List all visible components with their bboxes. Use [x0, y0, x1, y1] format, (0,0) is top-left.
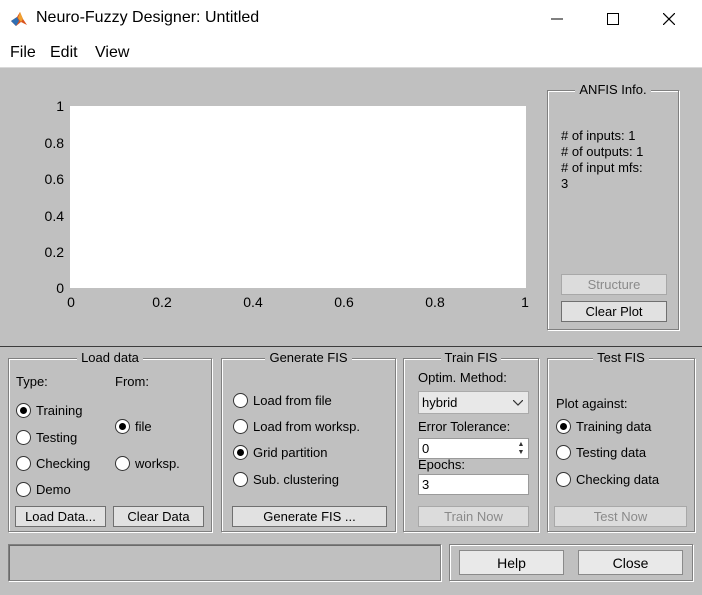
radio-load-from-workspace[interactable]: Load from worksp.	[233, 417, 360, 435]
radio-load-from-file[interactable]: Load from file	[233, 391, 332, 409]
train-now-button[interactable]: Train Now	[418, 506, 529, 527]
menu-edit[interactable]: Edit	[50, 44, 78, 62]
input-mfs-value: 3	[561, 176, 569, 191]
radio-checking-data[interactable]: Checking data	[556, 470, 659, 488]
type-label: Type:	[16, 374, 48, 389]
radio-testing[interactable]: Testing	[16, 428, 77, 446]
radio-grid-partition[interactable]: Grid partition	[233, 443, 327, 461]
generate-fis-title: Generate FIS	[265, 350, 352, 365]
train-fis-panel: Train FIS Optim. Method: hybrid Error To…	[403, 350, 539, 532]
x-tick-label: 0.6	[334, 294, 354, 310]
x-tick-label: 0.8	[425, 294, 445, 310]
title-bar: Neuro-Fuzzy Designer: Untitled	[0, 0, 702, 38]
radio-icon	[556, 444, 571, 460]
radio-icon	[115, 455, 130, 471]
anfis-info-title: ANFIS Info.	[575, 82, 651, 97]
x-tick-label: 0.2	[152, 294, 172, 310]
radio-sub-clustering[interactable]: Sub. clustering	[233, 470, 339, 488]
radio-icon	[233, 418, 248, 434]
x-tick-label: 1	[521, 294, 529, 310]
optim-method-select[interactable]: hybrid	[418, 391, 529, 414]
train-fis-title: Train FIS	[440, 350, 502, 365]
generate-fis-button[interactable]: Generate FIS ...	[232, 506, 387, 527]
input-mfs-label: # of input mfs:	[561, 160, 643, 175]
radio-icon	[556, 471, 571, 487]
minimize-icon	[551, 18, 563, 20]
close-window-button[interactable]	[646, 0, 692, 38]
help-button[interactable]: Help	[459, 550, 564, 575]
radio-icon	[16, 481, 31, 497]
optim-method-label: Optim. Method:	[418, 370, 507, 385]
close-button[interactable]: Close	[578, 550, 683, 575]
radio-checking[interactable]: Checking	[16, 454, 90, 472]
figure-panel: 1 0.8 0.6 0.4 0.2 0 0 0.2 0.4 0.6 0.8 1 …	[0, 68, 702, 595]
plot-against-label: Plot against:	[556, 396, 628, 411]
epochs-input[interactable]: 3	[418, 474, 529, 495]
radio-selected-icon	[233, 444, 248, 460]
x-tick-label: 0.4	[243, 294, 263, 310]
menu-view[interactable]: View	[95, 44, 129, 62]
radio-workspace[interactable]: worksp.	[115, 454, 180, 472]
maximize-icon	[607, 13, 619, 25]
structure-button[interactable]: Structure	[561, 274, 667, 295]
inputs-count: # of inputs: 1	[561, 128, 636, 143]
chevron-down-icon	[508, 392, 528, 413]
radio-selected-icon	[115, 418, 130, 434]
radio-file[interactable]: file	[115, 417, 152, 435]
epochs-label: Epochs:	[418, 457, 465, 472]
radio-icon	[233, 471, 248, 487]
test-now-button[interactable]: Test Now	[554, 506, 687, 527]
plot-area	[70, 106, 526, 288]
y-tick-label: 0	[56, 280, 64, 296]
radio-icon	[16, 429, 31, 445]
radio-training-data[interactable]: Training data	[556, 417, 651, 435]
x-tick-label: 0	[67, 294, 75, 310]
matlab-logo-icon	[11, 12, 27, 26]
outputs-count: # of outputs: 1	[561, 144, 644, 159]
spinner-arrows-icon[interactable]: ▲ ▼	[514, 439, 528, 458]
y-tick-label: 0.6	[44, 171, 64, 187]
radio-selected-icon	[556, 418, 571, 434]
error-tolerance-input[interactable]: 0 ▲ ▼	[418, 438, 529, 459]
close-icon	[663, 13, 675, 25]
test-fis-panel: Test FIS Plot against: Training data Tes…	[547, 350, 695, 532]
menu-bar: File Edit View	[0, 38, 702, 68]
generate-fis-panel: Generate FIS Load from file Load from wo…	[221, 350, 396, 532]
radio-icon	[16, 455, 31, 471]
radio-testing-data[interactable]: Testing data	[556, 443, 646, 461]
radio-training[interactable]: Training	[16, 401, 82, 419]
error-tolerance-label: Error Tolerance:	[418, 419, 511, 434]
footer-buttons-panel: Help Close	[449, 544, 693, 581]
minimize-button[interactable]	[534, 0, 580, 38]
anfis-info-panel: ANFIS Info. # of inputs: 1 # of outputs:…	[547, 82, 679, 330]
clear-data-button[interactable]: Clear Data	[113, 506, 204, 527]
divider	[0, 346, 702, 347]
y-tick-label: 0.4	[44, 208, 64, 224]
load-data-button[interactable]: Load Data...	[15, 506, 106, 527]
radio-demo[interactable]: Demo	[16, 480, 71, 498]
menu-file[interactable]: File	[10, 44, 36, 62]
maximize-button[interactable]	[590, 0, 636, 38]
y-tick-label: 0.2	[44, 244, 64, 260]
from-label: From:	[115, 374, 149, 389]
test-fis-title: Test FIS	[593, 350, 649, 365]
clear-plot-button[interactable]: Clear Plot	[561, 301, 667, 322]
status-bar	[8, 544, 441, 581]
radio-selected-icon	[16, 402, 31, 418]
window-title: Neuro-Fuzzy Designer: Untitled	[36, 9, 260, 26]
load-data-title: Load data	[77, 350, 143, 365]
load-data-panel: Load data Type: From: Training Testing C…	[8, 350, 212, 532]
radio-icon	[233, 392, 248, 408]
y-tick-label: 0.8	[44, 135, 64, 151]
y-tick-label: 1	[56, 98, 64, 114]
